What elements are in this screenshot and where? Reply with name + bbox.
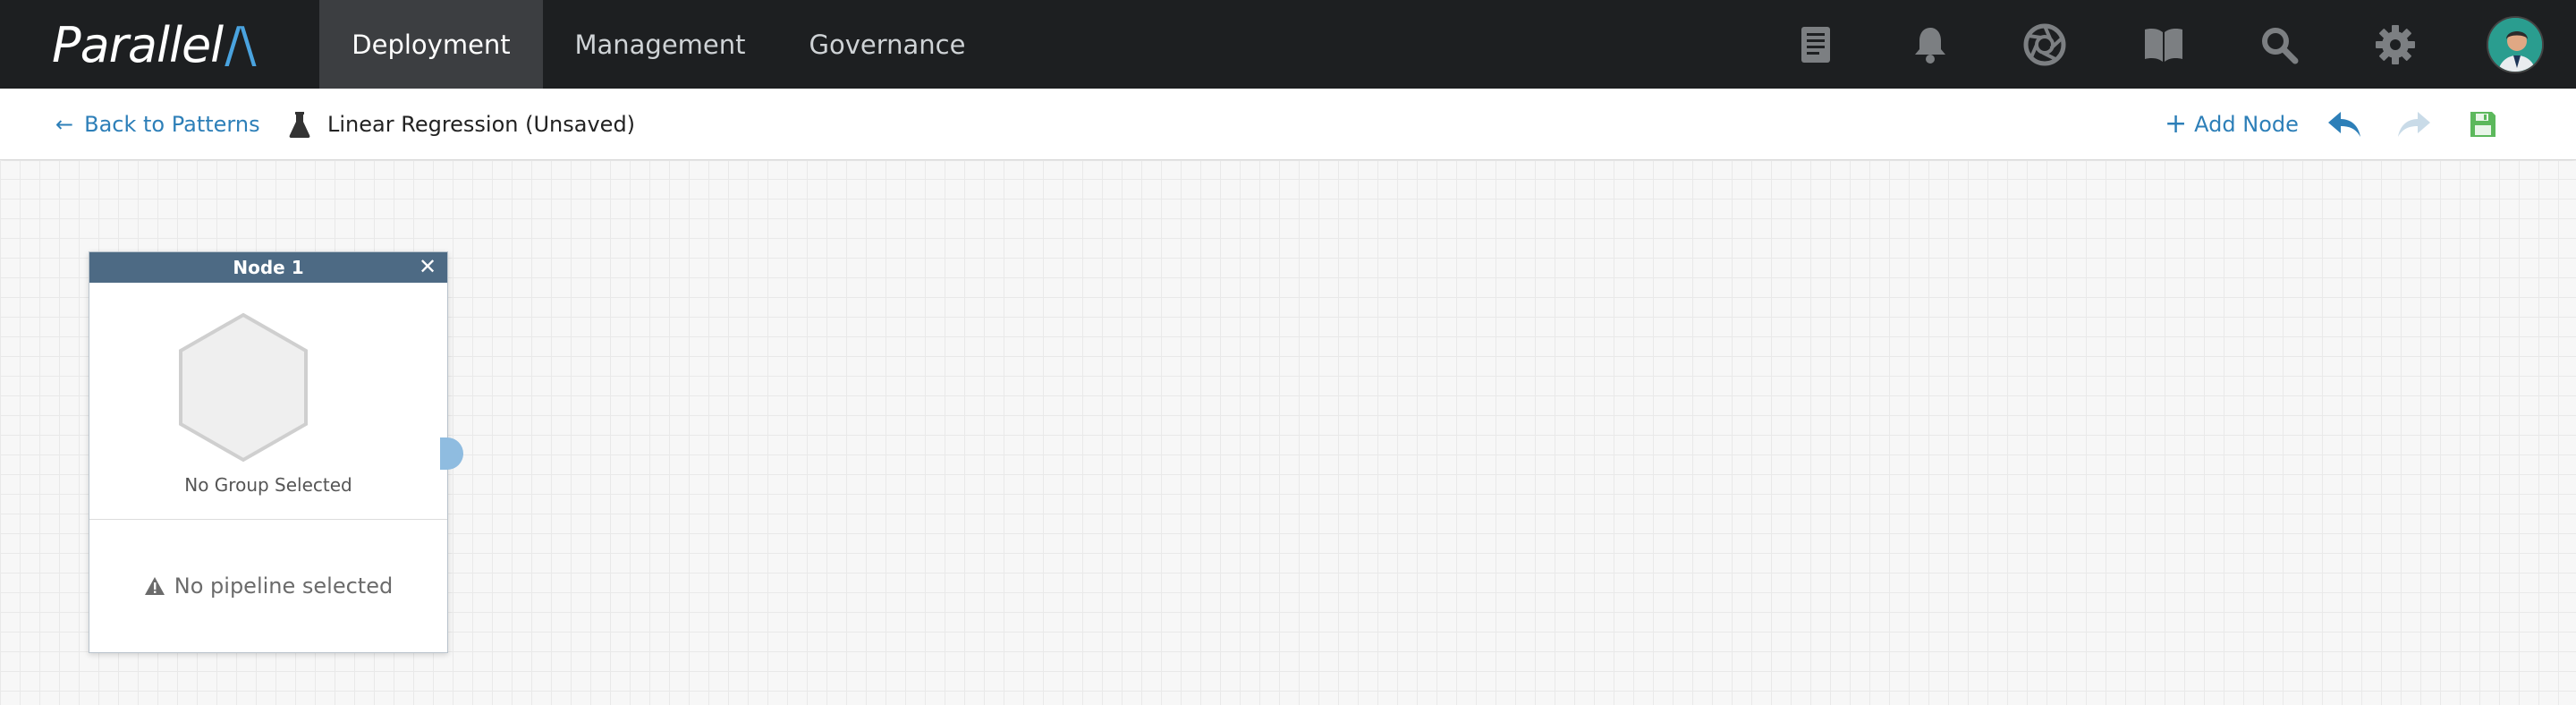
- pipeline-label: No pipeline selected: [174, 573, 394, 599]
- back-to-patterns-link[interactable]: ← Back to Patterns: [55, 89, 260, 160]
- avatar[interactable]: [2487, 16, 2544, 73]
- search-icon[interactable]: [2254, 20, 2304, 70]
- add-node-button[interactable]: + Add Node: [2165, 89, 2299, 160]
- tab-management[interactable]: Management: [543, 0, 777, 89]
- node-card[interactable]: Node 1 ✕ No Group Selected No pipeline s…: [89, 251, 448, 653]
- logo-text: Parallel: [52, 16, 224, 73]
- node-header[interactable]: Node 1 ✕: [89, 252, 447, 283]
- plus-icon: +: [2165, 108, 2188, 140]
- hexagon-icon: [179, 312, 308, 463]
- undo-icon[interactable]: [2326, 106, 2363, 142]
- bell-icon[interactable]: [1905, 20, 1955, 70]
- tab-management-label: Management: [574, 29, 746, 60]
- node-title: Node 1: [233, 257, 304, 278]
- node-group-section[interactable]: No Group Selected: [89, 283, 447, 520]
- tab-deployment-label: Deployment: [352, 29, 511, 60]
- tab-deployment[interactable]: Deployment: [319, 0, 543, 89]
- tab-governance[interactable]: Governance: [777, 0, 997, 89]
- tab-governance-label: Governance: [809, 29, 966, 60]
- warning-icon: [144, 577, 165, 595]
- document-icon[interactable]: [1791, 20, 1841, 70]
- flask-icon: [288, 111, 311, 138]
- group-label: No Group Selected: [184, 474, 352, 496]
- parallelm-logo[interactable]: Parallel/\: [52, 16, 257, 73]
- redo-icon: [2395, 106, 2433, 142]
- top-navigation: Parallel/\ Deployment Management Governa…: [0, 0, 2576, 89]
- save-icon[interactable]: [2464, 106, 2502, 142]
- node-pipeline-section[interactable]: No pipeline selected: [89, 520, 447, 652]
- aperture-icon[interactable]: [2020, 20, 2070, 70]
- pattern-toolbar: ← Back to Patterns Linear Regression (Un…: [0, 89, 2576, 160]
- arrow-left-icon: ←: [55, 112, 74, 137]
- logo-accent: /\: [225, 16, 256, 73]
- gear-icon[interactable]: [2370, 20, 2420, 70]
- add-node-label: Add Node: [2194, 112, 2299, 137]
- pattern-title: Linear Regression (Unsaved): [327, 112, 636, 137]
- book-icon[interactable]: [2139, 20, 2189, 70]
- back-to-patterns-label: Back to Patterns: [84, 112, 260, 137]
- close-icon[interactable]: ✕: [415, 254, 440, 279]
